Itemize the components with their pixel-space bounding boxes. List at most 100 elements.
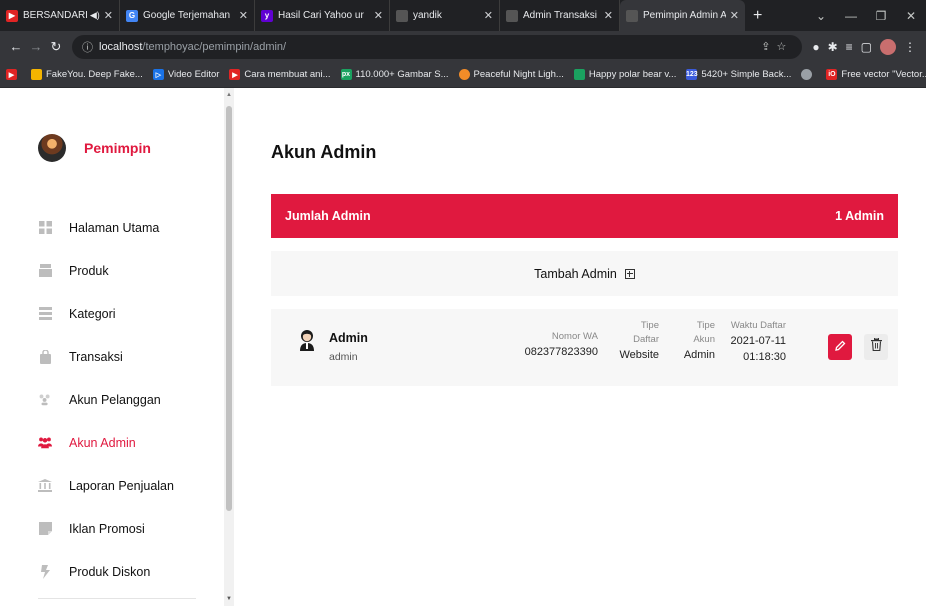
audio-icon[interactable]: ◀)	[90, 10, 100, 21]
freepik-icon: iO	[826, 69, 838, 80]
bookmark-cara-membuat[interactable]: ▶ Cara membuat ani...	[229, 69, 331, 80]
bookmark-youtube[interactable]: ▶	[6, 69, 21, 80]
browser-menu-icon[interactable]: ⋮	[904, 40, 916, 54]
bookmark-label: 5420+ Simple Back...	[701, 69, 792, 80]
pencil-icon	[834, 338, 846, 356]
site-icon	[626, 9, 638, 22]
bookmark-label: Video Editor	[167, 69, 220, 80]
globe-icon	[801, 69, 813, 80]
scroll-up-icon[interactable]: ▲	[226, 92, 232, 98]
bookmark-label: Peaceful Night Ligh...	[473, 69, 564, 80]
forward-icon[interactable]: →	[26, 39, 46, 54]
sidebar-item-halaman-utama[interactable]: Halaman Utama	[38, 206, 218, 249]
brand-logo	[38, 134, 66, 162]
sidebar-item-laporan-penjualan[interactable]: Laporan Penjualan	[38, 464, 218, 507]
youtube-icon: ▶	[6, 9, 18, 22]
new-tab-button[interactable]: +	[745, 0, 770, 31]
scrollbar-thumb[interactable]	[226, 106, 232, 511]
bookmark-label: 110.000+ Gambar S...	[355, 69, 449, 80]
add-admin-button[interactable]: Tambah Admin	[271, 251, 898, 296]
bookmark-gambar[interactable]: px 110.000+ Gambar S...	[340, 69, 449, 80]
sidebar-item-label: Akun Admin	[69, 435, 136, 450]
reading-list-icon[interactable]: ≡	[846, 40, 853, 54]
grid-icon	[38, 221, 52, 235]
site-icon: 123	[686, 69, 698, 80]
tab-yahoo[interactable]: y Hasil Cari Yahoo ur ✕	[255, 0, 390, 31]
close-tab-icon[interactable]: ✕	[730, 9, 739, 22]
users-group-icon	[38, 436, 52, 450]
page-content: Pemimpin Halaman Utama Produk Kategori T…	[0, 88, 926, 606]
tab-yandik[interactable]: yandik ✕	[390, 0, 500, 31]
tab-google-translate[interactable]: G Google Terjemahan ✕	[120, 0, 255, 31]
bookmark-label: Happy polar bear v...	[588, 69, 677, 80]
admin-name: Admin	[329, 331, 368, 345]
bookmark-label: Free vector "Vector...	[841, 69, 926, 80]
bookmark-globe[interactable]	[801, 69, 816, 80]
sidebar-scrollbar[interactable]: ▲ ▼	[224, 88, 234, 606]
bookmark-polar-bear[interactable]: Happy polar bear v...	[573, 69, 677, 80]
browser-toolbar: ← → ↻ ⓘ localhost/temphoyac/pemimpin/adm…	[0, 31, 926, 62]
tab-bersandarla[interactable]: ▶ BERSANDARLA ◀) ✕	[0, 0, 120, 31]
window-controls: ⌄ — ❐ ✕	[806, 0, 926, 31]
sidebar-item-label: Halaman Utama	[69, 220, 160, 235]
sidebar-item-produk-diskon[interactable]: Produk Diskon	[38, 550, 218, 593]
sidebar-item-produk[interactable]: Produk	[38, 249, 218, 292]
add-admin-label: Tambah Admin	[534, 266, 617, 281]
sidebar-item-akun-pelanggan[interactable]: Akun Pelanggan	[38, 378, 218, 421]
bookmark-peaceful[interactable]: Peaceful Night Ligh...	[458, 69, 564, 80]
record-extension-icon[interactable]: ●	[812, 40, 819, 54]
admin-avatar-icon	[299, 329, 315, 361]
bookmark-free-vector[interactable]: iO Free vector "Vector...	[826, 69, 926, 80]
ad-icon	[38, 522, 52, 536]
back-icon[interactable]: ←	[6, 39, 26, 54]
trash-icon	[870, 337, 882, 356]
tab-pemimpin-admin[interactable]: Pemimpin Admin A ✕	[620, 0, 745, 31]
bookmark-label: Cara membuat ani...	[244, 69, 331, 80]
admin-tipe-akun-column: Tipe Akun Admin	[684, 319, 715, 363]
sidebar-item-iklan-promosi[interactable]: Iklan Promosi	[38, 507, 218, 550]
close-tab-icon[interactable]: ✕	[604, 9, 613, 22]
tab-admin-transaksi[interactable]: Admin Transaksi ✕	[500, 0, 620, 31]
close-tab-icon[interactable]: ✕	[104, 9, 113, 22]
tab-search-icon[interactable]: ⌄	[806, 9, 836, 23]
sidebar-item-akun-admin[interactable]: Akun Admin	[38, 421, 218, 464]
play-icon: ▷	[152, 69, 164, 80]
sidebar-divider	[38, 598, 196, 599]
scroll-down-icon[interactable]: ▼	[226, 596, 232, 602]
sidebar-item-label: Laporan Penjualan	[69, 478, 174, 493]
plus-square-icon	[624, 268, 635, 279]
bookmark-simple-back[interactable]: 123 5420+ Simple Back...	[686, 69, 791, 80]
close-window-icon[interactable]: ✕	[896, 9, 926, 23]
share-bookmark-icons[interactable]: ⇪☆	[761, 40, 792, 53]
address-bar[interactable]: ⓘ localhost/temphoyac/pemimpin/admin/ ⇪☆	[72, 34, 803, 59]
close-tab-icon[interactable]: ✕	[374, 9, 383, 22]
site-info-icon[interactable]: ⓘ	[82, 39, 93, 55]
admin-count-banner: Jumlah Admin 1 Admin	[271, 194, 898, 238]
profile-avatar[interactable]	[880, 38, 896, 55]
tipe-daftar-label: Tipe	[640, 320, 659, 331]
sidebar-item-transaksi[interactable]: Transaksi	[38, 335, 218, 378]
bookmark-label: FakeYou. Deep Fake...	[46, 69, 143, 80]
tab-title: Google Terjemahan	[143, 10, 231, 21]
minimize-icon[interactable]: —	[836, 9, 866, 23]
extensions-icon[interactable]: ✱	[828, 40, 838, 54]
wa-value: 082377823390	[524, 346, 598, 358]
delete-admin-button[interactable]	[864, 334, 888, 360]
sidebar-item-kategori[interactable]: Kategori	[38, 292, 218, 335]
edit-admin-button[interactable]	[828, 334, 852, 360]
close-tab-icon[interactable]: ✕	[239, 9, 248, 22]
sidebar: Pemimpin Halaman Utama Produk Kategori T…	[0, 88, 224, 606]
sidebar-item-label: Akun Pelanggan	[69, 392, 161, 407]
url-path: /temphoyac/pemimpin/admin/	[142, 40, 287, 53]
browser-window: ▶ BERSANDARLA ◀) ✕ G Google Terjemahan ✕…	[0, 0, 926, 606]
tab-title: yandik	[413, 10, 442, 21]
reload-icon[interactable]: ↻	[46, 39, 66, 55]
bookmark-video-editor[interactable]: ▷ Video Editor	[152, 69, 220, 80]
side-panel-icon[interactable]: ▢	[861, 40, 872, 54]
bookmark-fakeyou[interactable]: FakeYou. Deep Fake...	[31, 69, 143, 80]
close-tab-icon[interactable]: ✕	[484, 9, 493, 22]
extension-icons: ● ✱ ≡ ▢ ⋮	[808, 38, 920, 55]
sidebar-brand[interactable]: Pemimpin	[38, 134, 151, 162]
restore-icon[interactable]: ❐	[866, 9, 896, 23]
waktu-daftar-time: 01:18:30	[743, 351, 786, 363]
